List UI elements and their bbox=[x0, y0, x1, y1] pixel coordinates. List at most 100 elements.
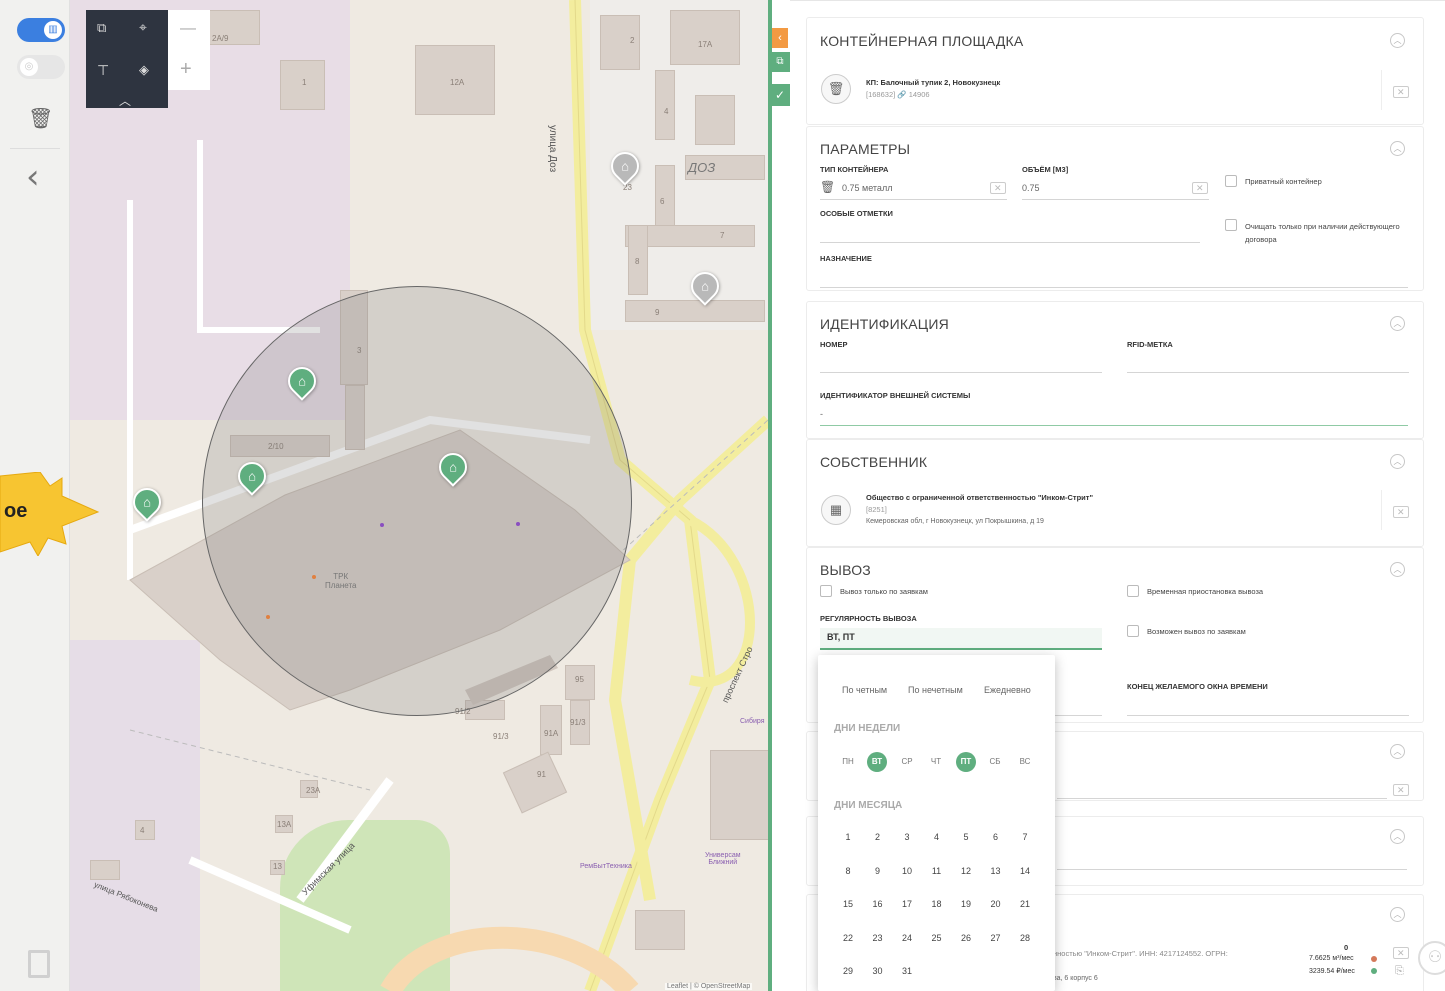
copy-icon[interactable]: ⎘ bbox=[1395, 965, 1404, 978]
collapse-icon[interactable]: ︿ bbox=[1390, 454, 1405, 469]
layers-icon[interactable]: ◈ bbox=[139, 62, 149, 78]
type-value[interactable]: 0.75 металл bbox=[842, 183, 892, 193]
selection-radius-circle bbox=[202, 286, 632, 716]
weekday-wed[interactable]: СР bbox=[897, 752, 917, 772]
regularity-value: ВТ, ПТ bbox=[827, 632, 855, 642]
odd-days-option[interactable]: По нечетным bbox=[908, 685, 963, 695]
ext-id-value[interactable]: - bbox=[820, 409, 823, 419]
site-meta[interactable]: [168632] 🔗 14906 bbox=[866, 90, 930, 99]
clean-checkbox[interactable] bbox=[1225, 219, 1237, 231]
collapse-icon[interactable]: ︿ bbox=[1390, 829, 1405, 844]
collapse-icon[interactable]: ︿ bbox=[1390, 316, 1405, 331]
collapse-icon[interactable]: ︿ bbox=[1390, 33, 1405, 48]
site-name[interactable]: КП: Балочный тупик 2, Новокузнецк bbox=[866, 78, 1000, 87]
monthday-12[interactable]: 12 bbox=[955, 866, 977, 876]
layer-toggle-switch[interactable]: ◎ bbox=[17, 55, 65, 79]
monthday-9[interactable]: 9 bbox=[867, 866, 889, 876]
zoom-in-button[interactable]: + bbox=[180, 58, 192, 81]
monthday-16[interactable]: 16 bbox=[867, 899, 889, 909]
monthday-10[interactable]: 10 bbox=[896, 866, 918, 876]
monthday-18[interactable]: 18 bbox=[926, 899, 948, 909]
collapse-icon[interactable]: ︿ bbox=[1390, 562, 1405, 577]
zoom-out-button[interactable]: — bbox=[180, 20, 196, 38]
weekday-thu[interactable]: ЧТ bbox=[926, 752, 946, 772]
collapse-panel-button[interactable]: ‹ bbox=[772, 28, 788, 48]
monthday-31[interactable]: 31 bbox=[896, 966, 918, 976]
monthday-24[interactable]: 24 bbox=[896, 933, 918, 943]
possible-requests-checkbox[interactable] bbox=[1127, 625, 1139, 637]
confirm-button[interactable]: ✓ bbox=[770, 84, 790, 106]
monthday-22[interactable]: 22 bbox=[837, 933, 859, 943]
monthday-8[interactable]: 8 bbox=[837, 866, 859, 876]
owner-name[interactable]: Общество с ограниченной ответственностью… bbox=[866, 493, 1093, 502]
monthday-7[interactable]: 7 bbox=[1014, 832, 1036, 842]
clear-icon[interactable]: ✕ bbox=[1393, 784, 1409, 796]
collapse-icon[interactable]: ︿ bbox=[1390, 744, 1405, 759]
organization-avatar-icon: ▦ bbox=[821, 495, 851, 525]
suspend-checkbox[interactable] bbox=[1127, 585, 1139, 597]
trash-icon[interactable]: 🗑 bbox=[28, 106, 53, 131]
monthday-3[interactable]: 3 bbox=[896, 832, 918, 842]
monthday-26[interactable]: 26 bbox=[955, 933, 977, 943]
collapse-icon[interactable]: ︿ bbox=[1390, 907, 1405, 922]
notes-underline[interactable] bbox=[820, 242, 1200, 243]
weekday-sun[interactable]: ВС bbox=[1015, 752, 1035, 772]
screen-button[interactable]: ⧉ bbox=[770, 52, 790, 72]
even-days-option[interactable]: По четным bbox=[842, 685, 887, 695]
monthday-2[interactable]: 2 bbox=[867, 832, 889, 842]
clear-volume-icon[interactable]: ✕ bbox=[1192, 182, 1208, 194]
monthday-17[interactable]: 17 bbox=[896, 899, 918, 909]
volume-value[interactable]: 0.75 bbox=[1022, 183, 1040, 193]
monthday-29[interactable]: 29 bbox=[837, 966, 859, 976]
screen-select-icon[interactable]: ⧉ bbox=[97, 20, 106, 36]
monthday-25[interactable]: 25 bbox=[926, 933, 948, 943]
paint-roller-icon[interactable]: ⊤ bbox=[97, 62, 109, 79]
identification-section: ИДЕНТИФИКАЦИЯ ︿ НОМЕР RFID-МЕТКА ИДЕНТИФ… bbox=[806, 301, 1424, 439]
monthday-23[interactable]: 23 bbox=[867, 933, 889, 943]
clear-icon[interactable]: ✕ bbox=[1393, 506, 1409, 518]
collapse-icon[interactable]: ︿ bbox=[1390, 141, 1405, 156]
clear-type-icon[interactable]: ✕ bbox=[990, 182, 1006, 194]
weekday-fri[interactable]: ПТ bbox=[956, 752, 976, 772]
monthday-11[interactable]: 11 bbox=[926, 866, 948, 876]
monthday-30[interactable]: 30 bbox=[867, 966, 889, 976]
section-title: ПАРАМЕТРЫ bbox=[820, 141, 911, 157]
collapse-left-icon[interactable]: ‹ bbox=[26, 160, 40, 194]
map-toggle-switch[interactable]: ▥ bbox=[17, 18, 65, 42]
monthday-20[interactable]: 20 bbox=[985, 899, 1007, 909]
monthday-5[interactable]: 5 bbox=[955, 832, 977, 842]
monthday-27[interactable]: 27 bbox=[985, 933, 1007, 943]
rfid-label: RFID-МЕТКА bbox=[1127, 340, 1173, 349]
weekday-sat[interactable]: СБ bbox=[985, 752, 1005, 772]
clear-icon[interactable]: ✕ bbox=[1393, 86, 1409, 98]
chevron-up-icon[interactable]: ︿ bbox=[119, 92, 131, 109]
map-view[interactable]: 2А/9 1 12А 2 17А 4 6 23 7 8 9 3 2/10 95 … bbox=[70, 0, 768, 991]
monthday-21[interactable]: 21 bbox=[1014, 899, 1036, 909]
monthday-15[interactable]: 15 bbox=[837, 899, 859, 909]
window-end-underline[interactable] bbox=[1127, 715, 1409, 716]
weekday-tue[interactable]: ВТ bbox=[867, 752, 887, 772]
monthday-4[interactable]: 4 bbox=[926, 832, 948, 842]
private-checkbox[interactable] bbox=[1225, 175, 1237, 187]
purpose-underline[interactable] bbox=[820, 287, 1408, 288]
rfid-underline[interactable] bbox=[1127, 372, 1409, 373]
weekday-mon[interactable]: ПН bbox=[838, 752, 858, 772]
help-button[interactable]: ⚇ bbox=[1418, 941, 1445, 975]
monthday-19[interactable]: 19 bbox=[955, 899, 977, 909]
crosshair-icon[interactable]: ⌖ bbox=[139, 19, 147, 36]
vertical-divider bbox=[1381, 70, 1382, 110]
monthday-14[interactable]: 14 bbox=[1014, 866, 1036, 876]
monthday-13[interactable]: 13 bbox=[985, 866, 1007, 876]
number-underline[interactable] bbox=[820, 372, 1102, 373]
house-number: 7 bbox=[720, 231, 725, 240]
monthday-1[interactable]: 1 bbox=[837, 832, 859, 842]
clear-icon[interactable]: ✕ bbox=[1393, 947, 1409, 959]
monthday-6[interactable]: 6 bbox=[985, 832, 1007, 842]
map-attribution[interactable]: Leaflet | © OpenStreetMap bbox=[665, 983, 753, 990]
house-number: 2 bbox=[630, 36, 635, 45]
panel-splitter[interactable] bbox=[768, 0, 772, 991]
regularity-input[interactable]: ВТ, ПТ bbox=[820, 628, 1102, 650]
monthday-28[interactable]: 28 bbox=[1014, 933, 1036, 943]
only-requests-checkbox[interactable] bbox=[820, 585, 832, 597]
daily-option[interactable]: Ежедневно bbox=[984, 685, 1031, 695]
